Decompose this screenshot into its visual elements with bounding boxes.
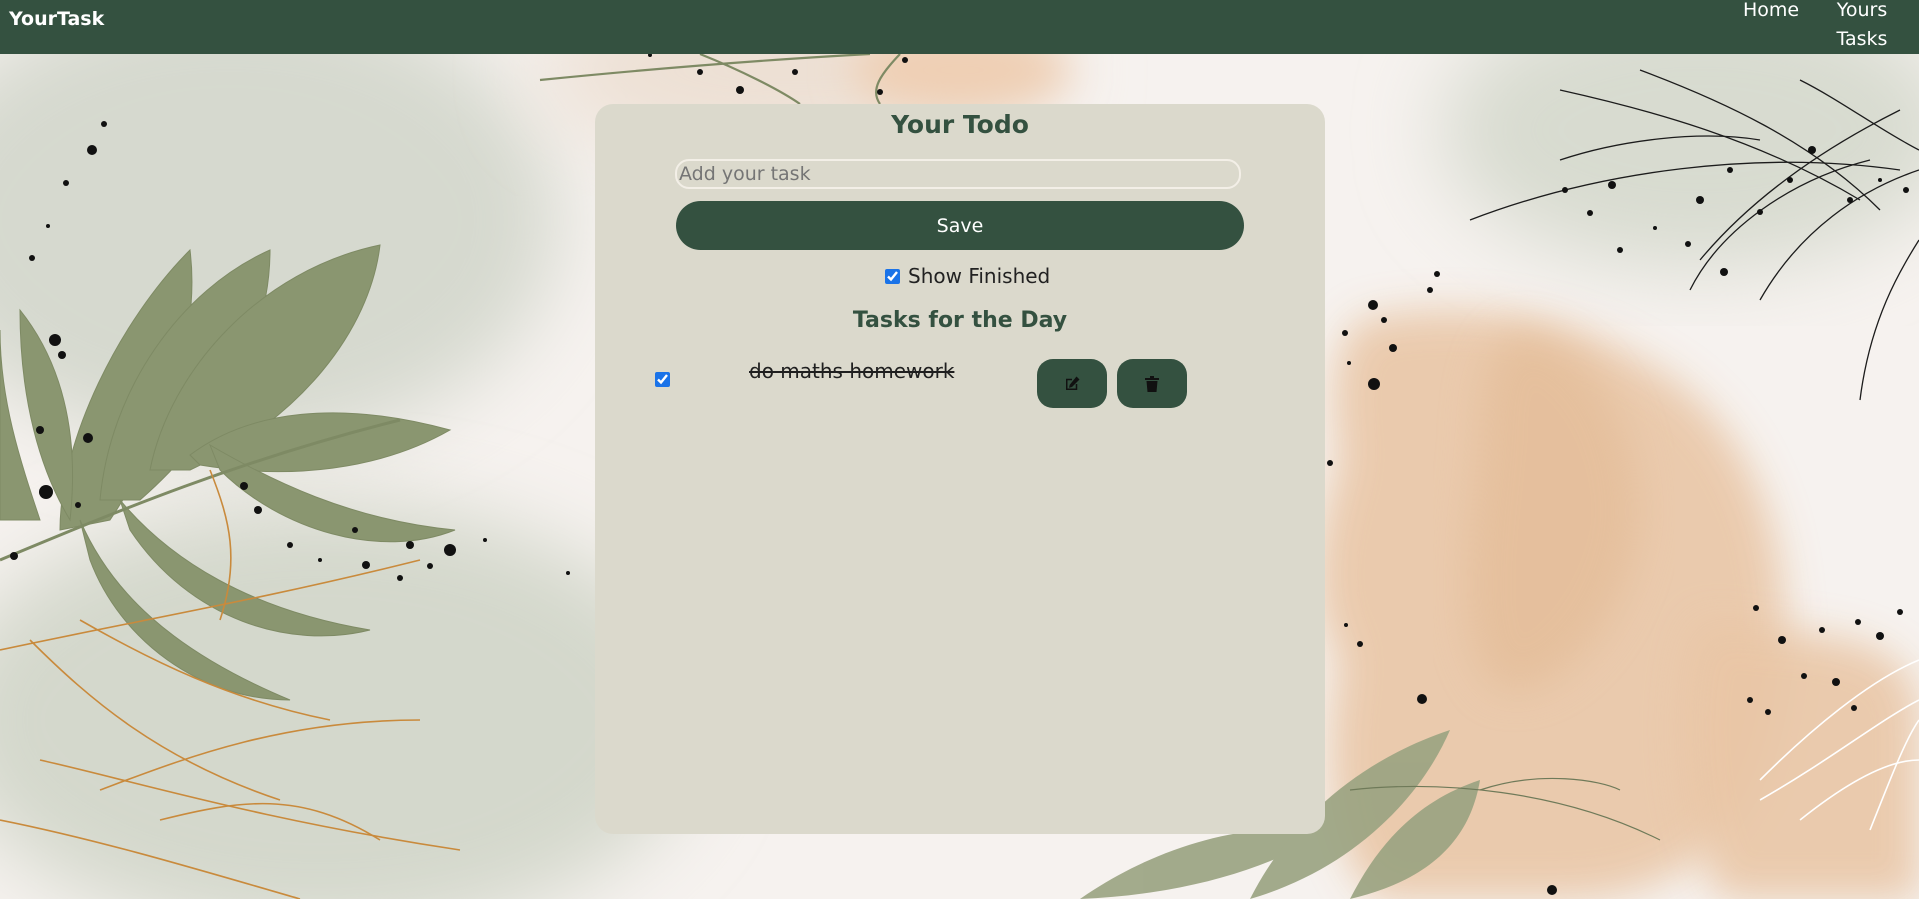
save-button[interactable]: Save [676, 201, 1244, 250]
nav-your-tasks-link[interactable]: Yours Tasks [1832, 0, 1892, 54]
show-finished-checkbox[interactable] [885, 268, 900, 284]
task-input[interactable] [675, 159, 1241, 189]
brand-logo[interactable]: YourTask [9, 8, 104, 30]
nav-home-link[interactable]: Home [1743, 0, 1799, 25]
top-navbar: YourTask Home Yours Tasks [0, 0, 1919, 54]
task-done-checkbox[interactable] [655, 372, 670, 387]
section-title: Tasks for the Day [852, 308, 1068, 333]
edit-icon [1066, 376, 1080, 390]
delete-task-button[interactable] [1117, 359, 1187, 408]
trash-icon [1145, 375, 1159, 392]
task-text: do maths homework [749, 359, 955, 383]
page-title: Your Todo [891, 110, 1029, 139]
todo-card: Your Todo Save Show Finished Tasks for t… [595, 104, 1325, 834]
edit-task-button[interactable] [1037, 359, 1107, 408]
task-item: do maths homework [655, 359, 1255, 409]
show-finished-label: Show Finished [908, 264, 1051, 288]
show-finished-toggle[interactable]: Show Finished [885, 264, 1050, 288]
